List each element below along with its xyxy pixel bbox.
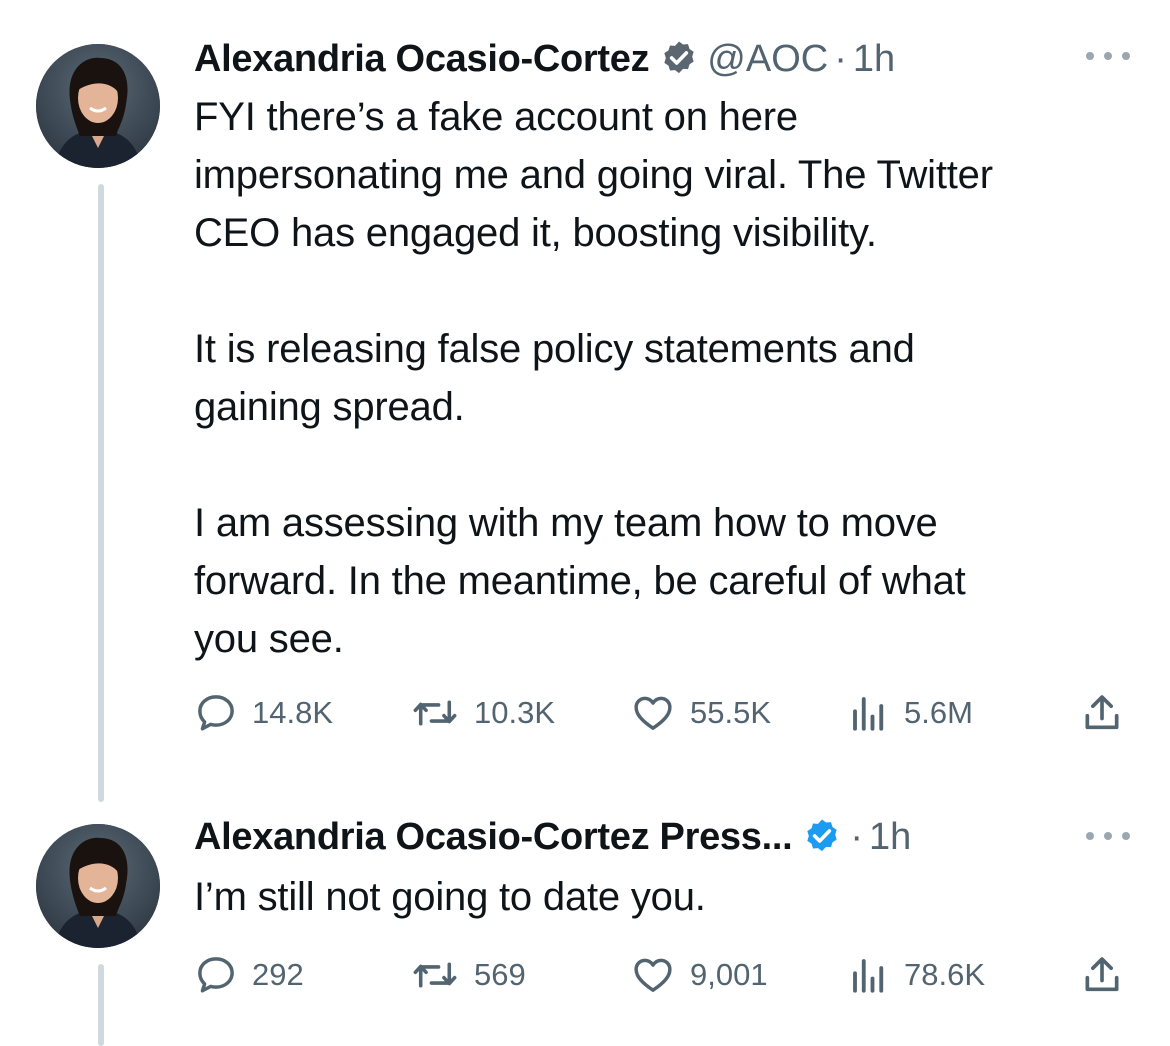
retweet-button[interactable]: 10.3K <box>410 688 555 738</box>
timestamp[interactable]: 1h <box>869 816 911 859</box>
separator-dot: · <box>850 815 863 858</box>
retweet-button[interactable]: 569 <box>410 950 526 1000</box>
retweet-arrows-icon <box>413 700 457 726</box>
views-count: 5.6M <box>904 695 973 730</box>
like-button[interactable]: 55.5K <box>630 688 771 738</box>
retweet-arrows-icon <box>413 962 457 988</box>
verified-badge-icon[interactable] <box>802 817 842 857</box>
timestamp[interactable]: 1h <box>853 38 895 81</box>
speech-bubble-icon <box>198 695 234 731</box>
avatar[interactable] <box>36 44 160 168</box>
heart-icon <box>634 958 672 992</box>
author-name[interactable]: Alexandria Ocasio-Cortez <box>194 38 650 81</box>
views-button[interactable]: 5.6M <box>848 688 973 738</box>
bar-chart-icon <box>853 959 884 993</box>
speech-bubble-icon <box>198 957 234 993</box>
separator-dot: · <box>834 37 847 80</box>
avatar[interactable] <box>36 824 160 948</box>
tweet-header: Alexandria Ocasio-Cortez Press... · 1h <box>194 812 911 862</box>
more-horizontal-icon[interactable] <box>1086 46 1130 66</box>
more-horizontal-icon[interactable] <box>1086 826 1130 846</box>
retweet-count: 10.3K <box>474 695 556 730</box>
author-handle[interactable]: @AOC <box>707 38 828 81</box>
share-upload-icon <box>1085 695 1119 730</box>
like-button[interactable]: 9,001 <box>630 950 768 1000</box>
tweet-text: I’m still not going to date you. <box>194 875 706 919</box>
bar-chart-icon <box>853 697 884 731</box>
heart-icon <box>634 696 672 730</box>
tweet-text: FYI there’s a fake account on here imper… <box>194 95 993 661</box>
tweet-header: Alexandria Ocasio-Cortez @AOC · 1h <box>194 34 895 84</box>
reply-count: 292 <box>252 957 304 992</box>
retweet-count: 569 <box>474 957 526 992</box>
share-upload-icon <box>1085 957 1119 992</box>
thread-line-2 <box>98 964 104 1046</box>
author-name[interactable]: Alexandria Ocasio-Cortez Press... <box>194 816 793 859</box>
reply-count: 14.8K <box>252 695 334 730</box>
like-count: 9,001 <box>690 957 768 992</box>
verified-badge-icon[interactable] <box>659 39 699 79</box>
views-button[interactable]: 78.6K <box>848 950 985 1000</box>
views-count: 78.6K <box>904 957 986 992</box>
reply-button[interactable]: 292 <box>194 950 304 1000</box>
thread-line-1 <box>98 184 104 802</box>
like-count: 55.5K <box>690 695 772 730</box>
share-button[interactable] <box>1080 950 1138 1000</box>
reply-button[interactable]: 14.8K <box>194 688 333 738</box>
tweet-actions: 14.8K 10.3K 55.5K 5.6M <box>194 688 1134 738</box>
tweet-actions: 292 569 9,001 78.6K <box>194 950 1134 1000</box>
share-button[interactable] <box>1080 688 1138 738</box>
